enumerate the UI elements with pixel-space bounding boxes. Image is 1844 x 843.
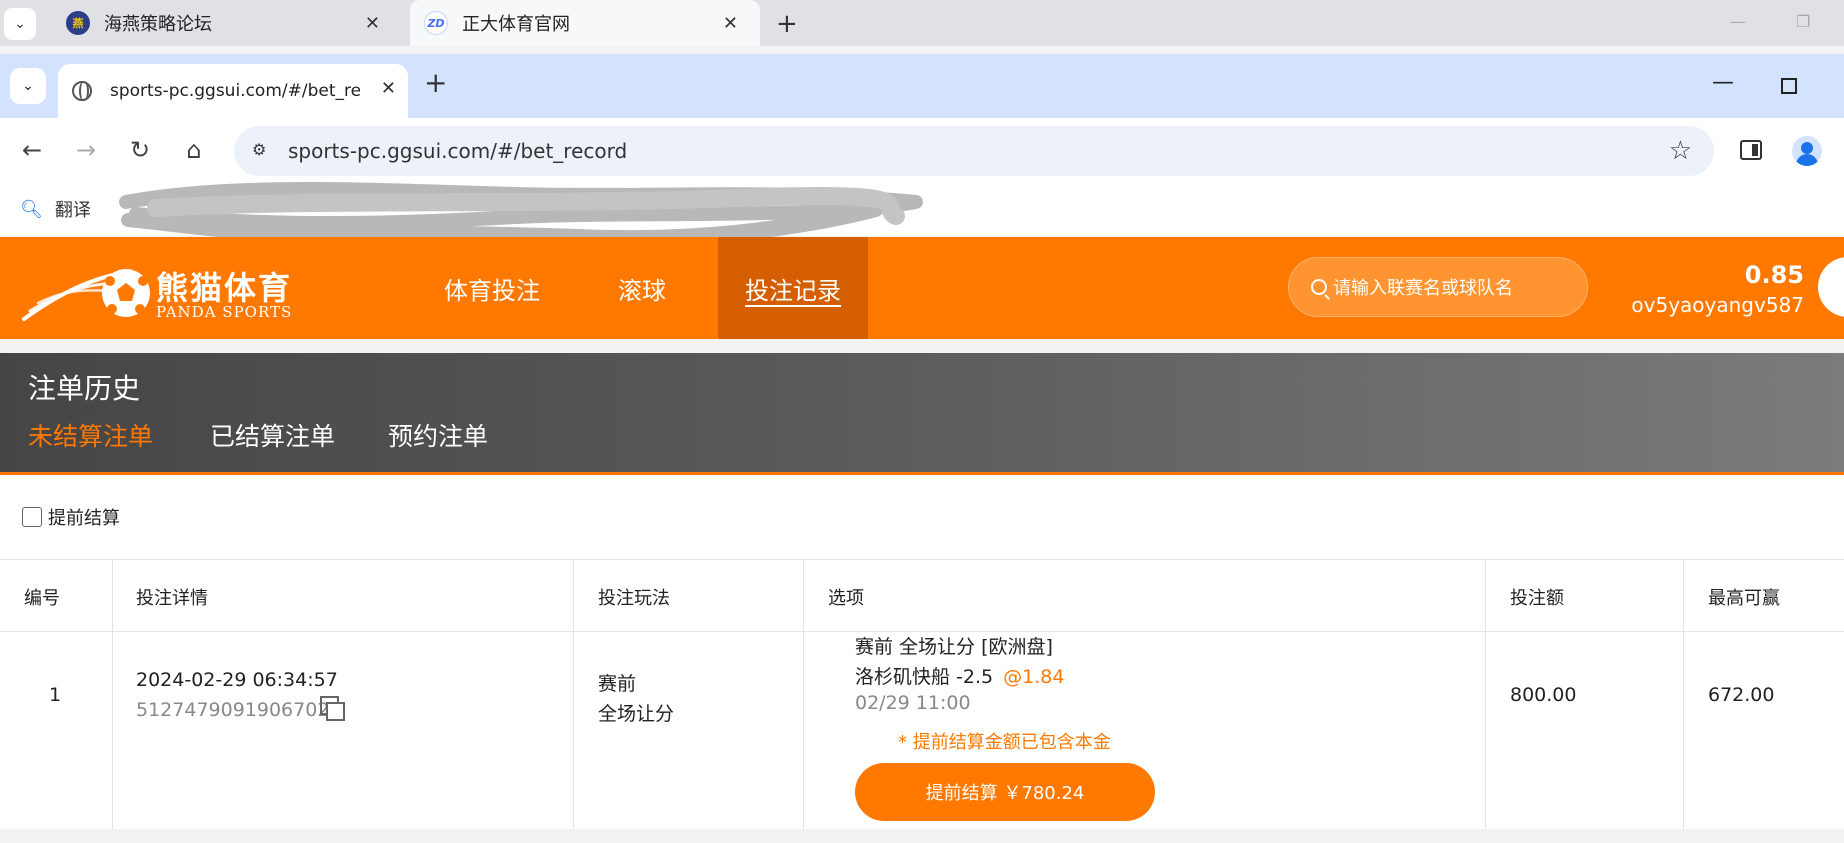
- header-details: 投注详情: [136, 588, 208, 609]
- early-cashout-label[interactable]: 提前结算: [48, 504, 120, 530]
- tab-search-chevron-icon[interactable]: ⌄: [10, 68, 46, 104]
- user-avatar[interactable]: [1818, 257, 1844, 317]
- globe-icon: [72, 81, 92, 101]
- bookmark-label: 翻译: [54, 200, 91, 221]
- zd-favicon-icon: ZD: [424, 11, 448, 35]
- early-cashout-checkbox[interactable]: [22, 507, 42, 527]
- play-type-line2: 全场让分: [598, 703, 675, 725]
- forum-favicon-icon: 燕: [66, 11, 90, 35]
- header-index: 编号: [24, 588, 60, 609]
- brand-en: PANDA SPORTS: [156, 303, 293, 321]
- nav-live[interactable]: 滚球: [580, 237, 704, 339]
- outer-tab-strip: ⌄ 燕 海燕策略论坛 ✕ ZD 正大体育官网 ✕ + — ❐: [0, 0, 1844, 46]
- new-tab-plus-icon[interactable]: +: [776, 9, 798, 39]
- header-stake: 投注额: [1510, 588, 1564, 609]
- search-icon: [1311, 279, 1327, 295]
- copy-icon[interactable]: [320, 696, 345, 721]
- header-option: 选项: [828, 588, 864, 609]
- panda-ball-logo-icon: [22, 269, 150, 321]
- tab-search-chevron-icon[interactable]: ⌄: [4, 8, 36, 40]
- outer-tab-zhengda[interactable]: ZD 正大体育官网 ✕: [410, 0, 760, 46]
- address-bar[interactable]: ⚙ sports-pc.ggsui.com/#/bet_record ☆: [234, 126, 1714, 176]
- tab-settled[interactable]: 已结算注单: [210, 417, 335, 453]
- close-icon[interactable]: ✕: [381, 78, 396, 99]
- browser-toolbar: ← → ↻ ⌂ ⚙ sports-pc.ggsui.com/#/bet_reco…: [0, 118, 1844, 182]
- side-panel-icon[interactable]: [1740, 140, 1762, 160]
- site-settings-icon[interactable]: ⚙: [252, 140, 274, 162]
- maximize-icon[interactable]: [1781, 78, 1797, 94]
- early-cashout-button[interactable]: 提前结算 ￥780.24: [855, 763, 1155, 821]
- table-header: 编号 投注详情 投注玩法 选项 投注额 最高可赢: [0, 560, 1844, 632]
- close-icon[interactable]: ✕: [723, 13, 738, 34]
- header-play: 投注玩法: [598, 588, 670, 609]
- play-type-line1: 赛前: [598, 673, 637, 695]
- home-icon[interactable]: ⌂: [178, 134, 210, 166]
- new-tab-plus-icon[interactable]: +: [424, 66, 447, 99]
- stake-amount: 800.00: [1510, 684, 1577, 706]
- back-arrow-icon[interactable]: ←: [16, 134, 48, 166]
- option-odds: @1.84: [1003, 666, 1065, 688]
- filter-bar: 提前结算: [0, 475, 1844, 559]
- bookmark-star-icon[interactable]: ☆: [1669, 136, 1692, 166]
- header-max-win: 最高可赢: [1708, 588, 1780, 609]
- tab-reserved[interactable]: 预约注单: [388, 417, 488, 453]
- reload-icon[interactable]: ↻: [124, 134, 156, 166]
- search-placeholder: 请输入联赛名或球队名: [1333, 278, 1513, 299]
- outer-tab-title: 正大体育官网: [462, 14, 570, 35]
- tab-unsettled[interactable]: 未结算注单: [28, 417, 153, 477]
- close-icon[interactable]: ✕: [365, 13, 380, 34]
- profile-avatar-icon[interactable]: [1792, 136, 1822, 166]
- order-id: 5127479091906702: [136, 699, 330, 721]
- inner-tab-bet-record[interactable]: sports-pc.ggsui.com/#/bet_record ✕: [58, 64, 408, 118]
- outer-restore-icon[interactable]: ❐: [1796, 12, 1810, 31]
- inner-tab-strip: ⌄ sports-pc.ggsui.com/#/bet_record ✕ + —: [0, 54, 1844, 118]
- panda-sports-logo[interactable]: 熊猫体育 PANDA SPORTS: [22, 259, 312, 325]
- address-text: sports-pc.ggsui.com/#/bet_record: [288, 139, 628, 163]
- outer-tab-title: 海燕策略论坛: [104, 14, 212, 35]
- match-time: 02/29 11:00: [855, 692, 971, 714]
- site-header: 熊猫体育 PANDA SPORTS 体育投注 滚球 投注记录 请输入联赛名或球队…: [0, 237, 1844, 339]
- search-icon: 🔍︎: [20, 198, 43, 220]
- forward-arrow-icon[interactable]: →: [70, 134, 102, 166]
- account-username: ov5yaoyangv587: [1631, 293, 1804, 317]
- minimize-icon[interactable]: —: [1712, 70, 1734, 95]
- page-title: 注单历史: [28, 372, 141, 405]
- option-pick: 洛杉矶快船 -2.5 @1.84: [855, 662, 1064, 689]
- bet-time: 2024-02-29 06:34:57: [136, 669, 338, 691]
- account-balance: 0.85: [1744, 261, 1804, 289]
- nav-sports-betting[interactable]: 体育投注: [420, 237, 564, 339]
- outer-minimize-icon[interactable]: —: [1730, 12, 1746, 31]
- nav-bet-record[interactable]: 投注记录: [718, 237, 868, 339]
- option-market: 赛前 全场让分 [欧洲盘]: [855, 636, 1053, 658]
- outer-tab-forum[interactable]: 燕 海燕策略论坛 ✕: [52, 0, 402, 46]
- row-index: 1: [49, 684, 62, 706]
- bet-history-banner: 注单历史 未结算注单 已结算注单 预约注单: [0, 353, 1844, 477]
- option-pick-text: 洛杉矶快船 -2.5: [855, 666, 994, 688]
- bets-table: 编号 投注详情 投注玩法 选项 投注额 最高可赢 1 2024-02-29 06…: [0, 559, 1844, 830]
- team-search-input[interactable]: 请输入联赛名或球队名: [1288, 257, 1588, 317]
- cashout-note: * 提前结算金额已包含本金: [898, 732, 1111, 753]
- bookmark-translate[interactable]: 🔍︎ 翻译: [20, 196, 91, 222]
- inner-tab-title: sports-pc.ggsui.com/#/bet_record: [110, 81, 360, 101]
- max-win-amount: 672.00: [1708, 684, 1775, 706]
